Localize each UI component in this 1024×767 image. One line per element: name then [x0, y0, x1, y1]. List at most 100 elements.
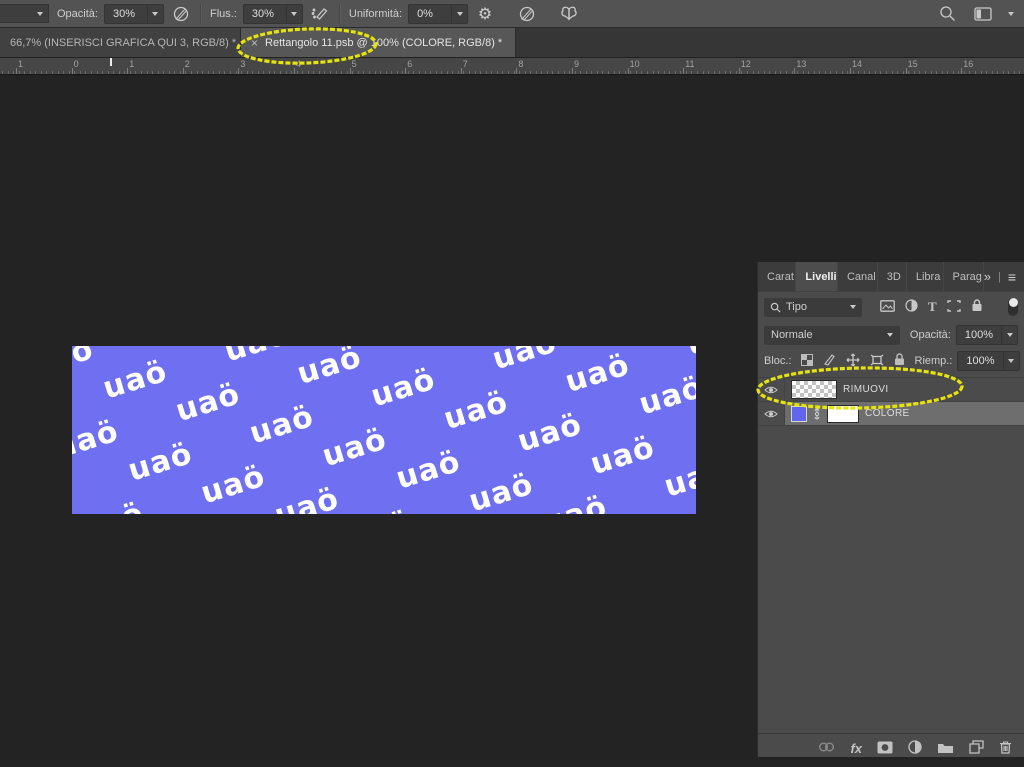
layer-name[interactable]: RIMUOVI [843, 384, 889, 395]
pattern-text: uaö [586, 430, 659, 483]
ruler-tick [313, 71, 314, 74]
layer-colore[interactable]: COLORE [758, 402, 1024, 426]
ruler-number: 11 [685, 59, 694, 69]
flow-input[interactable]: 30% [243, 4, 303, 24]
artwork-rectangle[interactable]: uaöuaöuaöuaöuaöuaöuaöuaöuaöuaöuaöuaöuaöu… [72, 346, 696, 514]
ruler[interactable]: 1012345678910111213141516 [0, 58, 1024, 75]
ruler-tick [269, 71, 270, 74]
pressure-opacity-icon[interactable] [170, 3, 192, 25]
smoothing-value[interactable]: 0% [409, 8, 451, 20]
fx-icon[interactable]: fx [850, 741, 862, 756]
link-layers-icon[interactable] [818, 741, 835, 756]
lock-paint-icon[interactable] [823, 353, 836, 369]
symmetry-butterfly-icon[interactable] [558, 3, 580, 25]
filter-type-dropdown[interactable]: Tipo [764, 298, 862, 317]
adjustment-filter-icon[interactable] [905, 299, 918, 315]
layer-fill-value[interactable]: 100% [958, 355, 1002, 367]
chevron-down-icon [887, 333, 893, 337]
smoothing-input[interactable]: 0% [408, 4, 468, 24]
search-icon [770, 302, 781, 313]
ruler-tick [419, 71, 420, 74]
document-tab-inactive[interactable]: 66,7% (INSERISCI GRAFICA QUI 3, RGB/8) * [0, 28, 241, 57]
ruler-tick [875, 71, 876, 74]
layer-mask-thumbnail[interactable] [827, 405, 859, 423]
pattern-text: uaö [72, 346, 98, 384]
smart-object-filter-icon[interactable] [971, 299, 983, 315]
tab-livelli[interactable]: Livelli [796, 262, 838, 291]
ruler-tick [52, 71, 53, 74]
ruler-major-tick [794, 68, 795, 74]
expand-tabs-icon[interactable]: » [984, 269, 991, 284]
chevron-down-icon[interactable] [1008, 12, 1014, 16]
blend-mode-dropdown[interactable]: Normale [764, 326, 900, 345]
lock-move-icon[interactable] [846, 353, 860, 370]
search-icon[interactable] [936, 3, 958, 25]
ruler-tick [230, 71, 231, 74]
ruler-tick [308, 71, 309, 74]
chevron-down-icon [1007, 333, 1013, 337]
ruler-tick [330, 71, 331, 74]
tab-canali[interactable]: Canal [838, 262, 878, 291]
chevron-down-icon [152, 12, 158, 16]
layer-fill-input[interactable]: 100% [957, 351, 1019, 371]
ruler-tick [108, 71, 109, 74]
add-mask-icon[interactable] [877, 741, 893, 757]
airbrush-icon[interactable] [309, 3, 331, 25]
pattern-text: uaö [220, 346, 293, 369]
layer-rimuovi[interactable]: RIMUOVI [758, 378, 1024, 402]
lock-all-icon[interactable] [894, 353, 905, 369]
flow-value[interactable]: 30% [244, 8, 286, 20]
new-layer-icon[interactable] [969, 740, 984, 757]
opacity-input[interactable]: 30% [104, 4, 164, 24]
new-group-icon[interactable] [937, 741, 954, 757]
ruler-tick [725, 71, 726, 74]
lock-artboard-icon[interactable] [870, 354, 884, 369]
adjustment-layer-icon[interactable] [908, 740, 922, 757]
layer-color-thumbnail[interactable] [791, 406, 807, 422]
ruler-number: 15 [908, 59, 918, 69]
delete-layer-icon[interactable] [999, 740, 1012, 757]
panel-menu-icon[interactable]: ≡ [1008, 269, 1016, 285]
lock-transparency-icon[interactable] [801, 354, 813, 369]
layer-thumbnail-transparent[interactable] [791, 380, 837, 399]
pixel-layer-filter-icon[interactable] [880, 300, 895, 315]
opacity-label: Opacità: [57, 8, 98, 20]
ruler-tick [463, 71, 464, 74]
ruler-tick [625, 71, 626, 74]
brush-preset-dropdown[interactable] [0, 4, 49, 23]
visibility-toggle[interactable] [758, 402, 785, 425]
close-icon[interactable]: × [251, 37, 258, 49]
ruler-tick [636, 71, 637, 74]
pressure-size-icon[interactable] [516, 3, 538, 25]
ruler-tick [908, 71, 909, 74]
shape-filter-icon[interactable] [947, 300, 961, 315]
layer-filter-row: Tipo T [758, 292, 1024, 322]
ruler-tick [102, 71, 103, 74]
layer-name[interactable]: COLORE [865, 408, 910, 419]
tab-carattere[interactable]: Carat [758, 262, 796, 291]
tab-paragrafo[interactable]: Parag [944, 262, 984, 291]
tab-3d[interactable]: 3D [878, 262, 907, 291]
document-tab-bar: 66,7% (INSERISCI GRAFICA QUI 3, RGB/8) *… [0, 28, 1024, 58]
ruler-number: 3 [240, 59, 245, 69]
lock-row: Bloc.: Riemp.: 100% [758, 348, 1024, 374]
active-document-tab[interactable]: × Rettangolo 11.psb @ 100% (COLORE, RGB/… [241, 28, 516, 57]
layer-opacity-value[interactable]: 100% [957, 329, 1001, 341]
visibility-toggle[interactable] [758, 378, 785, 401]
filter-toggle[interactable] [1008, 298, 1018, 316]
ruler-tick [163, 71, 164, 74]
ruler-tick [35, 71, 36, 74]
workspace-switcher-icon[interactable] [972, 3, 994, 25]
tab-librerie[interactable]: Libra [907, 262, 944, 291]
layer-opacity-input[interactable]: 100% [956, 325, 1018, 345]
opacity-value[interactable]: 30% [105, 8, 147, 20]
ruler-tick [208, 71, 209, 74]
ruler-tick [358, 71, 359, 74]
ruler-major-tick [628, 68, 629, 74]
type-filter-icon[interactable]: T [928, 299, 937, 315]
gear-icon[interactable]: ⚙ [474, 3, 496, 25]
chevron-down-icon [37, 12, 43, 16]
ruler-tick [780, 71, 781, 74]
ruler-tick [814, 71, 815, 74]
ruler-tick [486, 71, 487, 74]
